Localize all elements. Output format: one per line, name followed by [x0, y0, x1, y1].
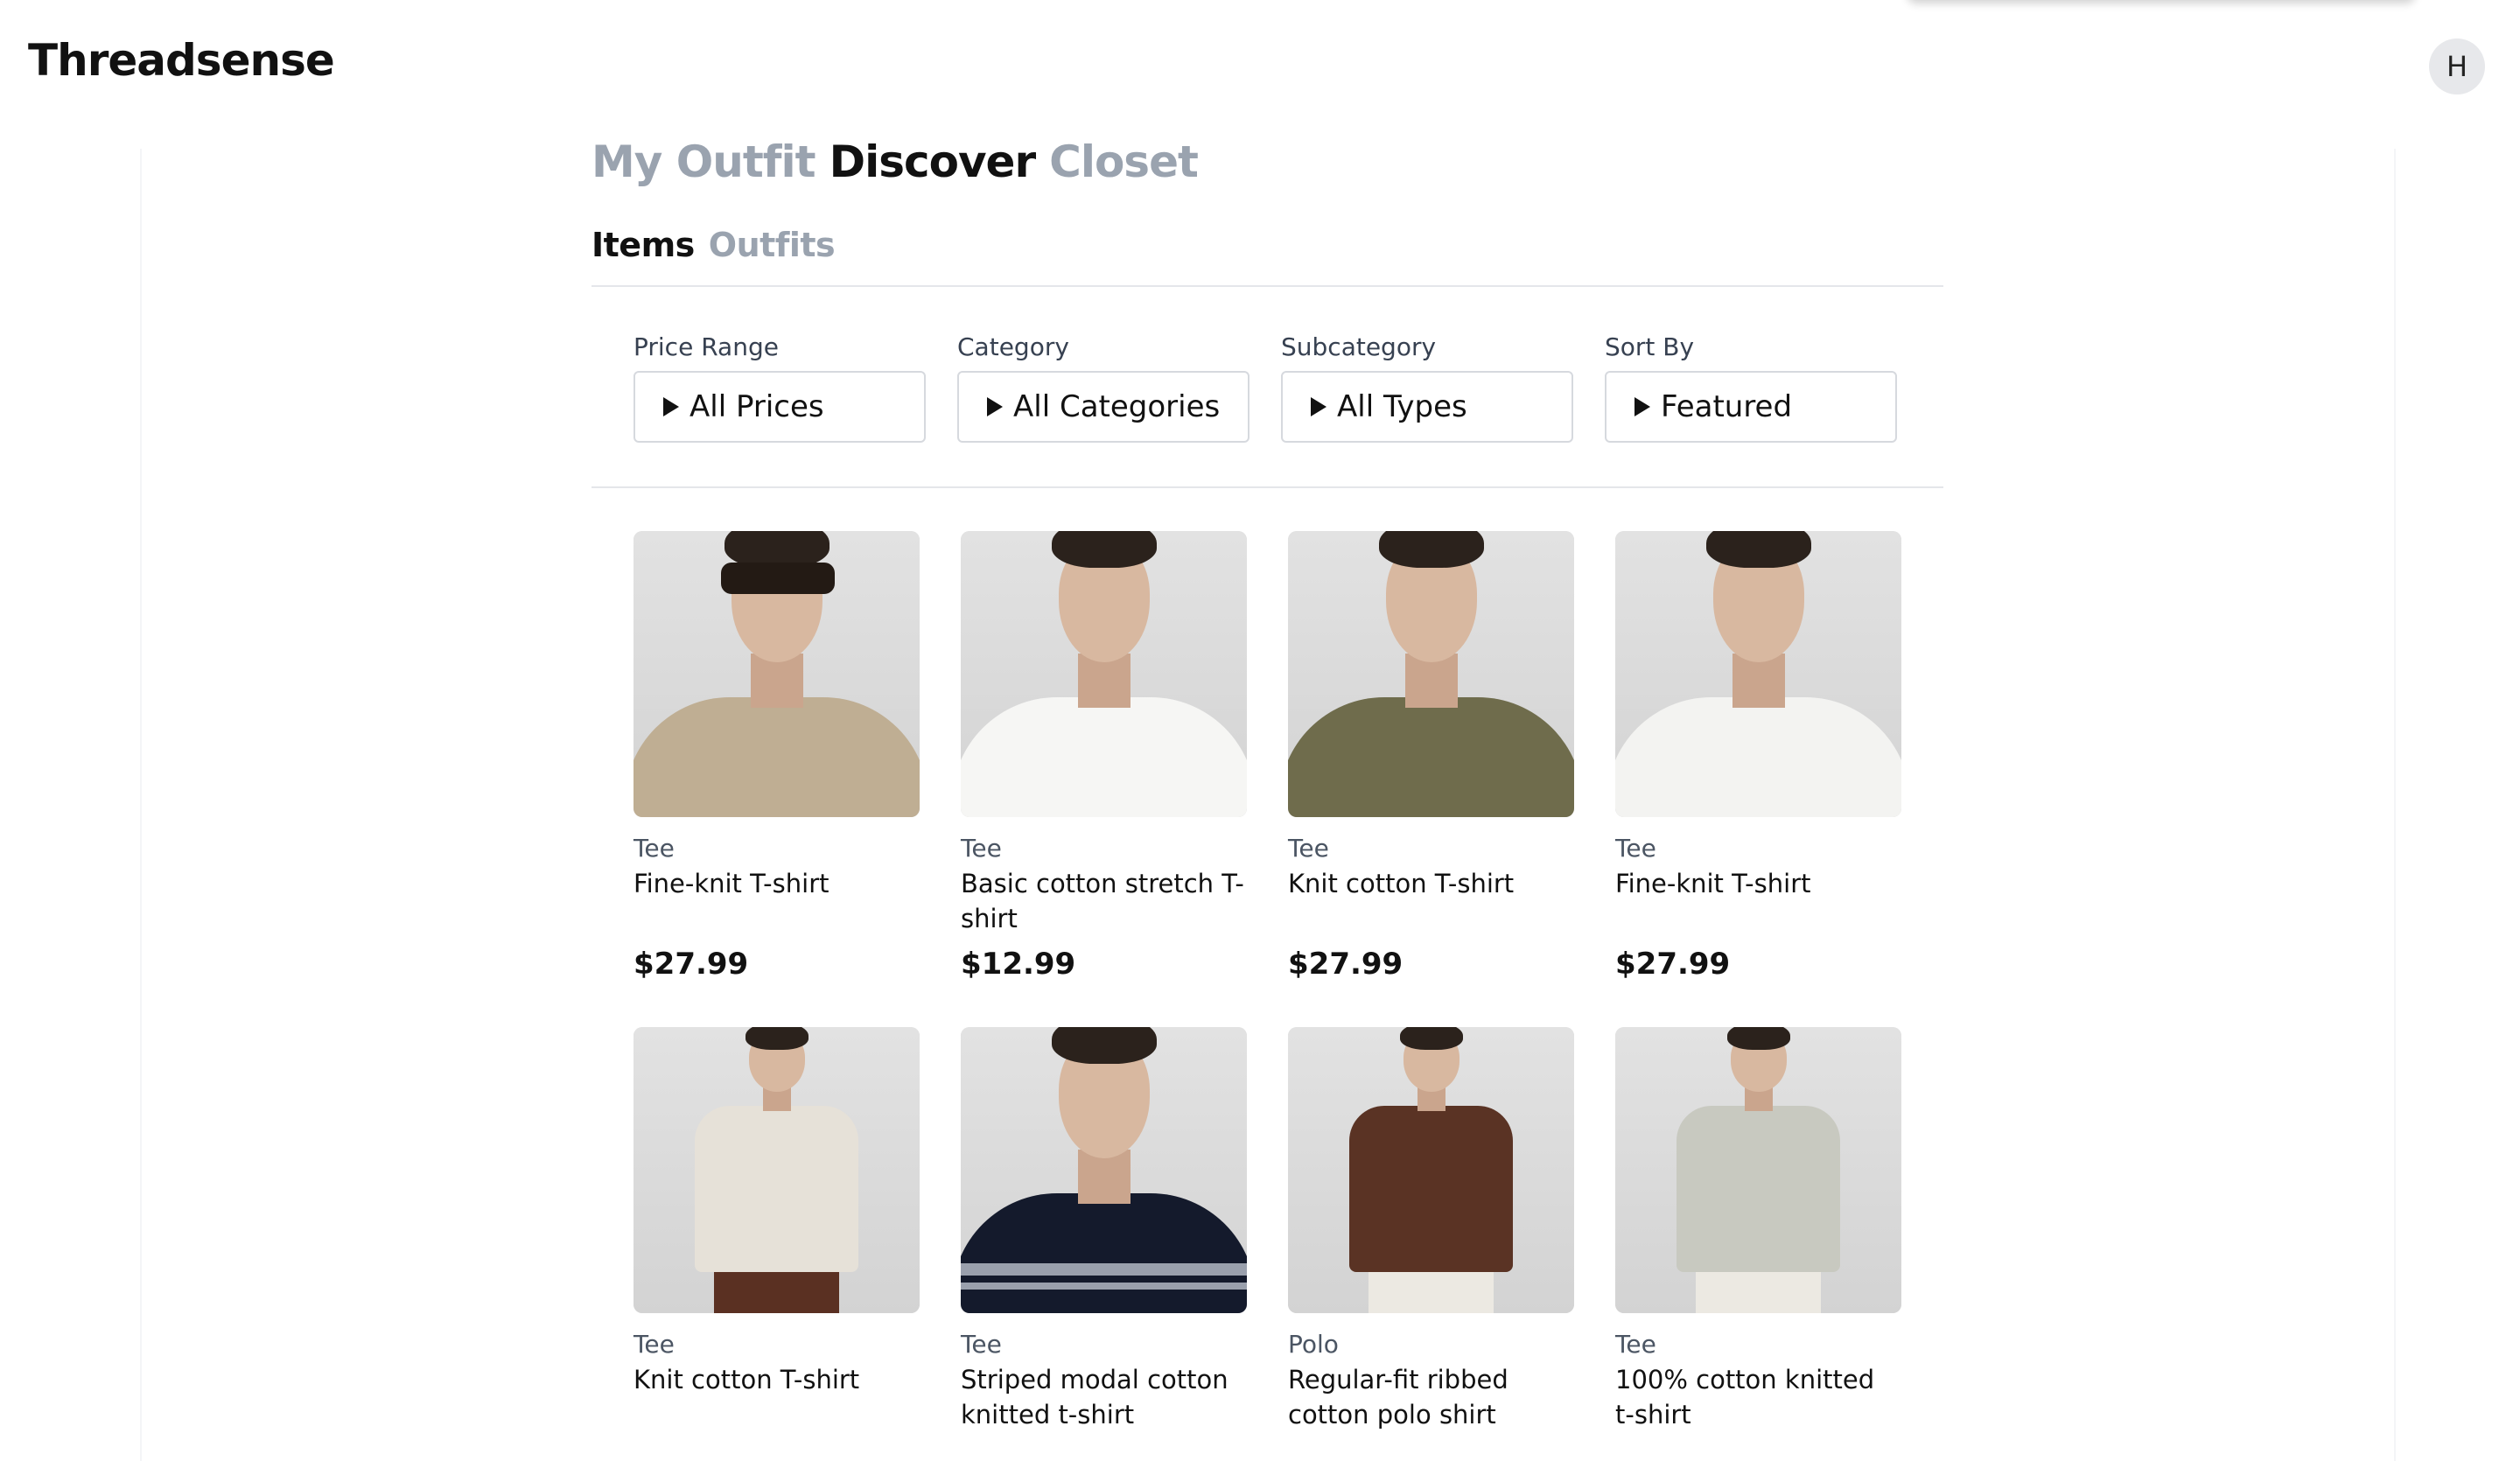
product-image[interactable] — [961, 1027, 1247, 1313]
product-card[interactable]: Tee Basic cotton stretch T-shirt $12.99 — [961, 531, 1247, 982]
price-range-label: Price Range — [634, 332, 779, 361]
product-image[interactable] — [634, 1027, 920, 1313]
product-card[interactable]: Tee Fine-knit T-shirt $27.99 — [1615, 531, 1901, 982]
category-value: All Categories — [1013, 389, 1221, 424]
category-select[interactable]: All Categories — [957, 371, 1250, 443]
subcategory-select[interactable]: All Types — [1281, 371, 1573, 443]
hair-shape — [746, 1027, 808, 1050]
price-range-select[interactable]: All Prices — [634, 371, 926, 443]
product-price: $27.99 — [634, 947, 749, 982]
shirt-shape — [961, 1193, 1247, 1313]
subcategory-label: Subcategory — [1281, 332, 1437, 361]
pants-shape — [714, 1272, 839, 1313]
product-image[interactable] — [1288, 1027, 1574, 1313]
product-card[interactable]: Tee 100% cotton knitted t-shirt — [1615, 1027, 1901, 1432]
stripe-shape — [961, 1283, 1247, 1290]
sort-by-label: Sort By — [1605, 332, 1695, 361]
product-type: Polo — [1288, 1330, 1339, 1359]
expand-triangle-icon — [663, 397, 679, 416]
tabs-divider — [592, 285, 1943, 287]
shirt-shape — [1676, 1106, 1840, 1272]
shirt-shape — [1288, 697, 1574, 817]
product-price: $27.99 — [1288, 947, 1404, 982]
sub-tabs: Items Outfits — [592, 226, 836, 264]
expand-triangle-icon — [1311, 397, 1326, 416]
sort-by-value: Featured — [1661, 389, 1793, 424]
product-name[interactable]: Striped modal cotton knitted t-shirt — [961, 1362, 1247, 1432]
product-image[interactable] — [1615, 1027, 1901, 1313]
hair-shape — [1052, 531, 1157, 568]
product-name[interactable]: Knit cotton T-shirt — [1288, 866, 1574, 936]
shirt-shape — [961, 697, 1247, 817]
product-image[interactable] — [634, 531, 920, 817]
product-type: Tee — [1615, 834, 1656, 863]
filters-divider — [592, 486, 1943, 488]
product-type: Tee — [1288, 834, 1329, 863]
stripe-shape — [961, 1263, 1247, 1276]
price-range-value: All Prices — [690, 389, 824, 424]
shirt-shape — [695, 1106, 858, 1272]
hair-shape — [1400, 1027, 1463, 1050]
product-name[interactable]: Fine-knit T-shirt — [634, 866, 920, 936]
product-card[interactable]: Polo Regular-fit ribbed cotton polo shir… — [1288, 1027, 1574, 1432]
sort-by-select[interactable]: Featured — [1605, 371, 1897, 443]
tab-my-outfit[interactable]: My Outfit — [592, 136, 816, 187]
user-avatar[interactable]: H — [2429, 38, 2485, 94]
subtab-outfits[interactable]: Outfits — [709, 226, 836, 264]
product-image[interactable] — [961, 531, 1247, 817]
product-price: $27.99 — [1615, 947, 1731, 982]
product-image[interactable] — [1288, 531, 1574, 817]
main-tabs: My Outfit Discover Closet — [592, 136, 1199, 187]
hair-shape — [1379, 531, 1484, 568]
subcategory-value: All Types — [1337, 389, 1467, 424]
product-type: Tee — [1615, 1330, 1656, 1359]
product-type: Tee — [634, 1330, 675, 1359]
product-name[interactable]: Basic cotton stretch T-shirt — [961, 866, 1247, 936]
content-frame — [140, 149, 2396, 1461]
shirt-shape — [1349, 1106, 1513, 1272]
product-name[interactable]: Fine-knit T-shirt — [1615, 866, 1901, 936]
hair-shape — [1706, 531, 1811, 568]
tab-discover[interactable]: Discover — [830, 136, 1037, 187]
product-card[interactable]: Tee Striped modal cotton knitted t-shirt — [961, 1027, 1247, 1432]
hair-shape — [1052, 1027, 1157, 1064]
product-type: Tee — [961, 1330, 1002, 1359]
product-image[interactable] — [1615, 531, 1901, 817]
expand-triangle-icon — [987, 397, 1003, 416]
product-card[interactable]: Tee Knit cotton T-shirt $27.99 — [1288, 531, 1574, 982]
sunglasses-shape — [721, 563, 835, 594]
product-price: $12.99 — [961, 947, 1076, 982]
product-name[interactable]: Regular-fit ribbed cotton polo shirt — [1288, 1362, 1574, 1432]
pants-shape — [1368, 1272, 1494, 1313]
product-card[interactable]: Tee Fine-knit T-shirt $27.99 — [634, 531, 920, 982]
product-type: Tee — [961, 834, 1002, 863]
tab-closet[interactable]: Closet — [1049, 136, 1199, 187]
shirt-shape — [634, 697, 920, 817]
brand-logo[interactable]: Threadsense — [28, 35, 335, 86]
shirt-shape — [1615, 697, 1901, 817]
category-label: Category — [957, 332, 1069, 361]
subtab-items[interactable]: Items — [592, 226, 695, 264]
pants-shape — [1696, 1272, 1821, 1313]
product-name[interactable]: 100% cotton knitted t-shirt — [1615, 1362, 1901, 1432]
product-card[interactable]: Tee Knit cotton T-shirt — [634, 1027, 920, 1432]
expand-triangle-icon — [1634, 397, 1650, 416]
hair-shape — [1727, 1027, 1790, 1050]
product-name[interactable]: Knit cotton T-shirt — [634, 1362, 920, 1432]
product-type: Tee — [634, 834, 675, 863]
